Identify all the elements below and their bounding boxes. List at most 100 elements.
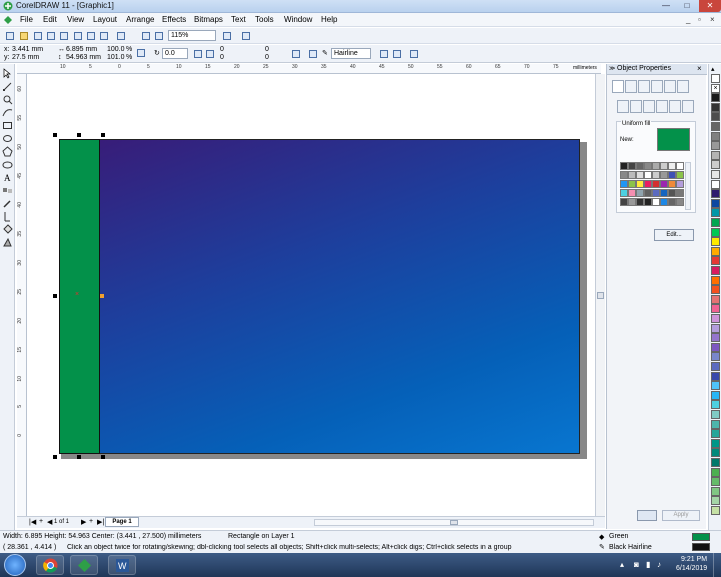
palette-scroll-up-icon[interactable]: ▴ (711, 65, 715, 73)
selection-handle[interactable] (53, 133, 57, 137)
palette-color-swatch[interactable] (711, 227, 720, 237)
palette-color-swatch[interactable] (711, 266, 720, 275)
rectangle-tool-icon[interactable] (2, 120, 13, 131)
undo-icon[interactable] (98, 30, 110, 42)
color-swatch[interactable] (636, 171, 644, 179)
color-swatch[interactable] (660, 189, 668, 197)
color-swatch[interactable] (652, 180, 660, 188)
palette-color-swatch[interactable] (711, 170, 720, 179)
scale-y-field[interactable]: 101.0 (107, 53, 125, 62)
docker-close-icon[interactable]: × (697, 64, 702, 73)
last-page-button[interactable]: ▶| (97, 518, 104, 526)
color-swatch[interactable] (620, 171, 628, 179)
selection-handle[interactable] (77, 455, 81, 459)
copy-icon[interactable] (72, 30, 84, 42)
export-icon[interactable] (153, 30, 165, 42)
zoom-level-field[interactable]: 115% (168, 30, 216, 41)
start-button[interactable] (4, 554, 26, 576)
palette-color-swatch[interactable] (711, 141, 720, 151)
vertical-ruler[interactable]: 60 55 50 45 40 35 30 25 20 15 10 5 0 (17, 74, 27, 516)
color-swatch[interactable] (676, 198, 684, 206)
freehand-tool-icon[interactable] (2, 107, 13, 118)
menu-tools[interactable]: Tools (255, 15, 274, 24)
palette-color-swatch[interactable] (711, 448, 720, 458)
mdi-restore-button[interactable]: ▫ (698, 15, 701, 24)
shape-tool-icon[interactable] (2, 81, 13, 92)
general-tab-icon[interactable] (638, 80, 650, 93)
vertical-scrollbar[interactable] (595, 74, 605, 516)
fill-tab-icon[interactable] (612, 80, 624, 93)
horizontal-scrollbar[interactable] (314, 519, 594, 526)
add-page-after-button[interactable]: + (89, 518, 93, 525)
color-swatch[interactable] (628, 198, 636, 206)
lock-ratio-icon[interactable] (135, 47, 147, 59)
menu-view[interactable]: View (67, 15, 84, 24)
palette-color-swatch[interactable] (711, 477, 720, 487)
first-page-button[interactable]: |◀ (29, 518, 36, 526)
docker-collapse-icon[interactable]: ≫ (609, 65, 615, 72)
palette-color-swatch[interactable] (711, 467, 720, 477)
prev-page-button[interactable]: ◀ (47, 518, 52, 526)
color-swatch[interactable] (668, 180, 676, 188)
palette-color-swatch[interactable] (711, 362, 720, 371)
selection-handle[interactable] (53, 455, 57, 459)
print-icon[interactable] (45, 30, 57, 42)
palette-color-swatch[interactable] (711, 189, 720, 199)
palette-color-swatch[interactable]: × (711, 83, 720, 93)
menu-help[interactable]: Help (321, 15, 337, 24)
menu-file[interactable]: File (20, 15, 33, 24)
palette-color-swatch[interactable] (711, 410, 720, 419)
add-page-before-button[interactable]: + (39, 518, 43, 525)
palette-color-swatch[interactable] (711, 122, 720, 131)
mirror-vertical-icon[interactable] (204, 48, 216, 60)
menu-arrange[interactable]: Arrange (126, 15, 154, 24)
color-swatch[interactable] (676, 189, 684, 197)
blue-gradient-rectangle[interactable] (59, 139, 580, 454)
palette-color-swatch[interactable] (711, 74, 720, 83)
paste-icon[interactable] (85, 30, 97, 42)
eyedropper-tool-icon[interactable] (2, 198, 13, 209)
horizontal-ruler[interactable]: 10 5 0 5 10 15 20 25 30 35 40 45 50 55 60 65 70 75 (17, 64, 601, 74)
palette-color-swatch[interactable] (711, 294, 720, 304)
clock-date[interactable]: 6/14/2019 (676, 565, 707, 572)
edit-button[interactable]: Edit... (654, 229, 694, 241)
color-swatch[interactable] (652, 162, 660, 170)
horizontal-scroll-thumb[interactable] (450, 520, 458, 525)
palette-color-swatch[interactable] (711, 237, 720, 247)
rotation-field[interactable]: 0.0 (162, 48, 188, 59)
polygon-tool-icon[interactable] (2, 146, 13, 157)
color-swatch[interactable] (620, 189, 628, 197)
color-swatch[interactable] (636, 189, 644, 197)
internet-tab-icon[interactable] (664, 80, 676, 93)
apply-button[interactable]: Apply (662, 510, 700, 521)
color-swatch[interactable] (644, 198, 652, 206)
chrome-taskbar-icon[interactable] (36, 555, 64, 575)
palette-color-swatch[interactable] (711, 352, 720, 362)
minimize-button[interactable]: — (656, 0, 676, 12)
coreldraw-taskbar-icon[interactable] (70, 555, 98, 575)
color-swatch[interactable] (660, 162, 668, 170)
menu-window[interactable]: Window (284, 15, 312, 24)
interactive-blend-tool-icon[interactable] (2, 185, 13, 196)
y-position-field[interactable]: 27.5 mm (12, 53, 39, 62)
mdi-minimize-button[interactable]: _ (686, 15, 690, 24)
color-swatch[interactable] (620, 198, 628, 206)
text-tool-icon[interactable]: A (2, 172, 13, 183)
palette-color-swatch[interactable] (711, 371, 720, 381)
outline-tool-icon[interactable] (2, 211, 13, 222)
lock-icon[interactable] (637, 510, 657, 521)
palette-color-swatch[interactable] (711, 198, 720, 208)
palette-color-swatch[interactable] (711, 93, 720, 103)
show-desktop-button[interactable] (713, 553, 721, 577)
color-swatch[interactable] (644, 162, 652, 170)
color-swatch[interactable] (652, 171, 660, 179)
color-swatch[interactable] (620, 180, 628, 188)
zoom-tool-icon[interactable] (2, 94, 13, 105)
palette-color-swatch[interactable] (711, 458, 720, 467)
fill-tool-icon[interactable] (2, 224, 13, 235)
palette-color-swatch[interactable] (711, 275, 720, 285)
palette-color-swatch[interactable] (711, 285, 720, 295)
palette-color-swatch[interactable] (711, 256, 720, 266)
palette-color-swatch[interactable] (711, 323, 720, 333)
color-swatch[interactable] (644, 180, 652, 188)
